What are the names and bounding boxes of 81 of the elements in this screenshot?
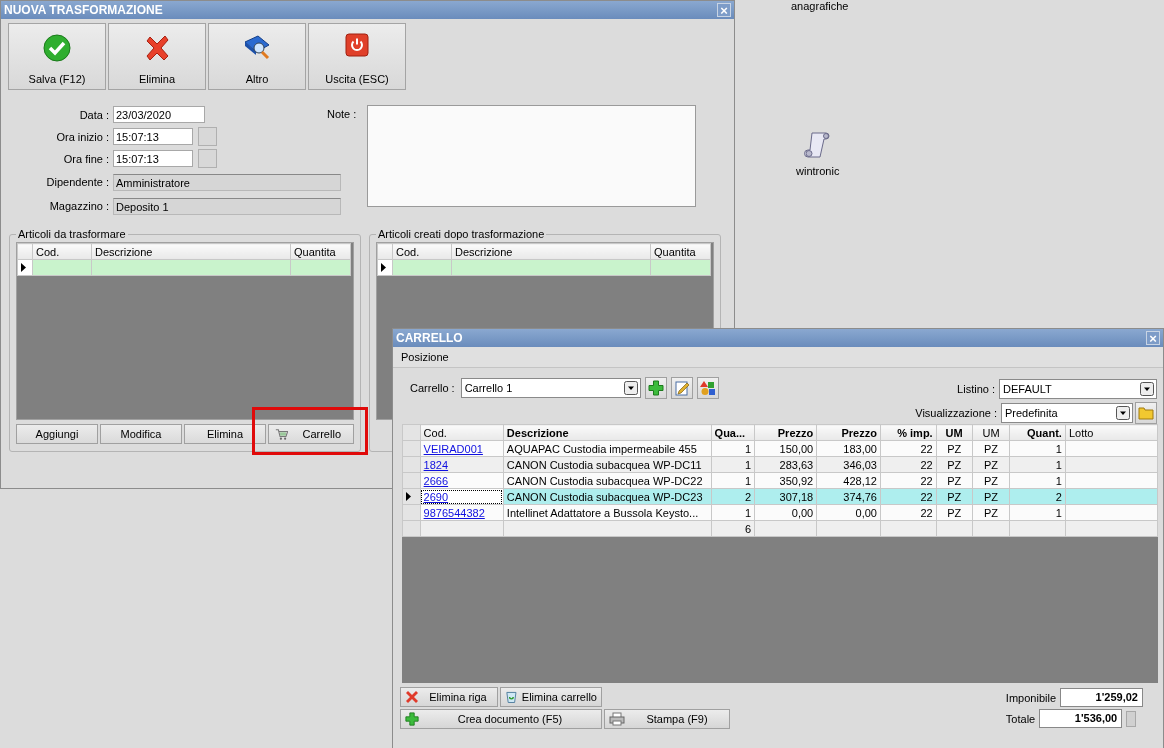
total-label: Totale [1005, 712, 1036, 725]
time-field[interactable]: 15:07:13 [113, 128, 193, 145]
action-button[interactable]: Crea documento (F5) [400, 709, 602, 729]
folder-button[interactable] [1135, 402, 1157, 424]
column-header[interactable]: Prezzo [816, 424, 881, 441]
column-header[interactable]: Descrizione [91, 243, 291, 260]
total-field: 1'536,00 [1039, 709, 1123, 728]
field-label: Data : [78, 108, 110, 121]
column-header[interactable]: Cod. [392, 243, 452, 260]
tool-button[interactable] [670, 377, 693, 399]
column-header[interactable]: Quantita [650, 243, 711, 260]
tool-button[interactable] [644, 377, 667, 399]
total-label: Imponibile [1005, 691, 1056, 704]
column-header[interactable]: Descrizione [503, 424, 712, 441]
action-button[interactable]: Aggiungi [16, 424, 98, 444]
column-header[interactable]: Qua... [711, 424, 755, 441]
column-header[interactable]: UM [936, 424, 973, 441]
printer-icon [609, 712, 625, 726]
action-button[interactable]: Elimina riga [400, 687, 498, 707]
toolbar-button[interactable]: Salva (F12) [8, 23, 106, 90]
cross-icon [405, 690, 419, 704]
plus-icon [647, 380, 664, 396]
folder-icon [1138, 406, 1154, 420]
row-pointer-icon [406, 491, 411, 501]
row-pointer-icon [21, 262, 26, 272]
item-code-link[interactable]: 2666 [423, 474, 449, 487]
readonly-field: Deposito 1 [113, 197, 341, 215]
column-header[interactable]: Quant. [1009, 424, 1066, 441]
column-header[interactable]: Cod. [420, 424, 504, 441]
grid-header-cell [402, 424, 421, 441]
column-header[interactable]: UM [972, 424, 1010, 441]
price-list-dropdown[interactable]: DEFAULT [999, 379, 1157, 399]
power-icon [345, 33, 369, 57]
field-label: Ora fine : [62, 152, 110, 165]
tool-button[interactable] [696, 377, 719, 399]
desktop-label[interactable]: wintronic [796, 165, 840, 177]
row-pointer-icon [381, 262, 386, 272]
date-field[interactable]: 23/03/2020 [113, 106, 205, 123]
action-button[interactable]: Carrello [268, 424, 354, 444]
group-title: Articoli creati dopo trasformazione [377, 228, 546, 240]
plus-icon [405, 712, 419, 726]
check-icon [42, 33, 72, 63]
menu-item[interactable]: Posizione [401, 351, 449, 363]
action-button[interactable]: Stampa (F9) [604, 709, 730, 729]
readonly-field: Amministratore [113, 173, 341, 191]
item-code-link[interactable]: 9876544382 [423, 506, 485, 519]
time-field[interactable]: 15:07:13 [113, 150, 193, 167]
field-label: Carrello : [410, 382, 455, 394]
total-field: 1'259,02 [1060, 688, 1143, 707]
window-title: NUOVA TRASFORMAZIONE [4, 3, 163, 17]
recycle-bin-icon [505, 690, 518, 704]
toolbar-button[interactable]: Altro [208, 23, 306, 90]
cart-icon [275, 426, 289, 442]
item-code-link[interactable]: 2690 [423, 490, 449, 503]
field-label: Magazzino : [48, 200, 110, 212]
field-label: Dipendente : [45, 176, 110, 188]
shapes-icon [699, 380, 716, 396]
column-header[interactable]: % imp. [880, 424, 937, 441]
view-dropdown[interactable]: Predefinita [1001, 403, 1133, 423]
field-label: Listino : [957, 383, 995, 395]
note-field[interactable] [367, 105, 696, 207]
group-title: Articoli da trasformare [17, 228, 127, 240]
column-header[interactable]: Lotto [1065, 424, 1158, 441]
window-title: CARRELLO [396, 331, 463, 345]
action-button[interactable]: Elimina carrello [500, 687, 602, 707]
column-header[interactable]: Cod. [32, 243, 92, 260]
field-label: Ora inizio : [55, 130, 110, 143]
action-button[interactable]: Elimina [184, 424, 266, 444]
item-code-link[interactable]: VEIRAD001 [423, 442, 483, 455]
toolbar-button[interactable]: Elimina [108, 23, 206, 90]
desktop-label[interactable]: anagrafiche [791, 0, 849, 12]
column-header[interactable]: Quantita [290, 243, 351, 260]
action-button[interactable]: Modifica [100, 424, 182, 444]
field-label: Note : [327, 108, 358, 120]
column-header[interactable]: Descrizione [451, 243, 651, 260]
toolbar-button[interactable]: Uscita (ESC) [308, 23, 406, 90]
column-header[interactable]: Prezzo [754, 424, 817, 441]
edit-icon [673, 380, 690, 396]
cart-dropdown[interactable]: Carrello 1 [460, 378, 641, 398]
item-code-link[interactable]: 1824 [423, 458, 449, 471]
field-label: Visualizzazione : [915, 407, 997, 419]
